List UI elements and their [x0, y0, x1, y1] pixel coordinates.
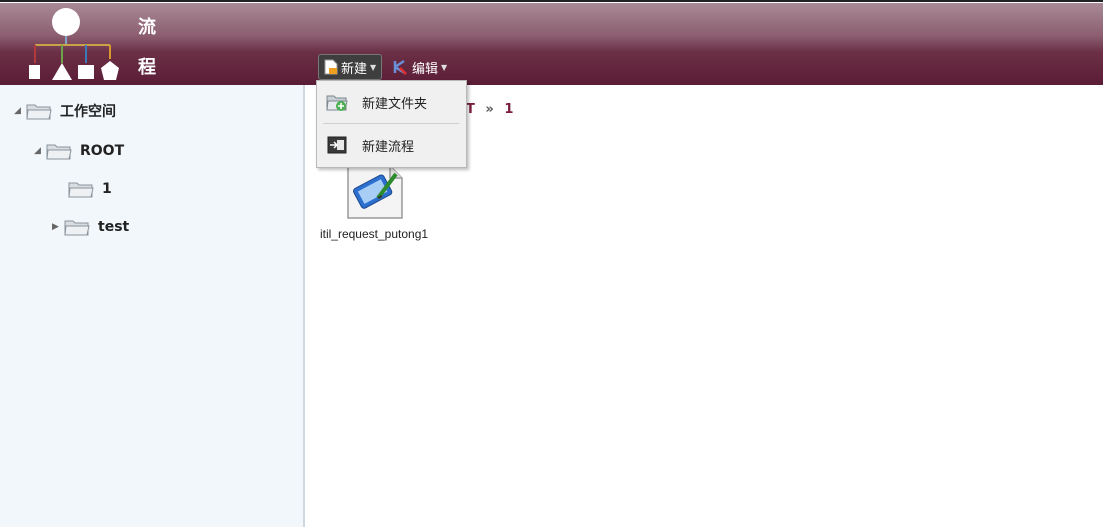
logo: 流 程: [20, 3, 160, 85]
tree-item-1[interactable]: 1: [56, 179, 112, 199]
top-border: [0, 0, 1103, 2]
menu-item-new-folder[interactable]: 新建文件夹: [317, 82, 466, 122]
breadcrumb-item[interactable]: T: [466, 102, 475, 117]
breadcrumb-current: 1: [504, 102, 514, 117]
edit-button-label: 编辑: [412, 61, 439, 77]
edit-button[interactable]: 编辑 ▼: [387, 54, 452, 80]
expanded-arrow-icon[interactable]: ◢: [14, 106, 26, 116]
new-button-label: 新建: [341, 61, 368, 77]
new-document-icon: [324, 59, 338, 75]
folder-icon: [46, 144, 72, 160]
file-item[interactable]: itil_request_putong1: [306, 164, 442, 242]
folder-tree-panel: ◢ 工作空间 ◢ ROOT 1 ▶ test: [0, 85, 305, 527]
tree-item-test[interactable]: ▶ test: [52, 217, 129, 237]
tree-label: 工作空间: [60, 104, 116, 120]
tree-label: test: [98, 219, 130, 235]
file-name: itil_request_putong1: [319, 227, 429, 241]
collapsed-arrow-icon[interactable]: ▶: [52, 222, 64, 232]
add-folder-icon: [326, 95, 348, 111]
tree-item-workspace[interactable]: ◢ 工作空间: [14, 101, 116, 121]
tree-item-root[interactable]: ◢ ROOT: [34, 141, 124, 161]
app-header: 流 程 新建 ▼ 编辑 ▼: [0, 3, 1103, 85]
expanded-arrow-icon[interactable]: ◢: [34, 146, 46, 156]
menu-item-label: 新建文件夹: [362, 96, 428, 112]
folder-icon: [68, 182, 94, 198]
tree-label: ROOT: [80, 143, 125, 159]
new-button[interactable]: 新建 ▼: [318, 54, 383, 80]
new-dropdown-menu: 新建文件夹 新建流程: [316, 80, 467, 168]
new-process-icon: [327, 136, 347, 154]
folder-icon: [26, 104, 52, 120]
logo-title-line1: 流: [138, 17, 156, 38]
chevron-down-icon: ▼: [441, 62, 448, 72]
menu-divider: [323, 123, 459, 124]
menu-item-label: 新建流程: [362, 139, 415, 155]
folder-icon: [64, 220, 90, 236]
chevron-down-icon: ▼: [370, 62, 377, 72]
tree-label: 1: [102, 181, 112, 197]
menu-item-new-process[interactable]: 新建流程: [317, 125, 466, 165]
edit-icon: [393, 59, 407, 75]
breadcrumb-separator: »: [485, 102, 494, 117]
breadcrumb: T » 1: [466, 102, 513, 117]
logo-title-line2: 程: [138, 57, 156, 78]
process-file-icon: [347, 165, 403, 219]
